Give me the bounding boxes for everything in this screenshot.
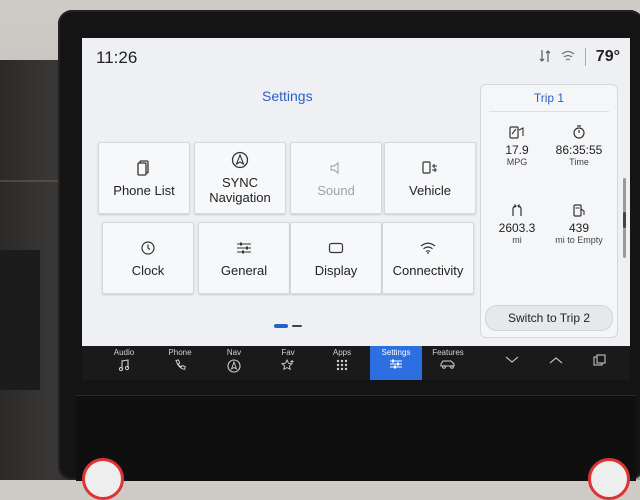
status-icons: 79° [539,48,620,66]
phone-list-icon [135,159,153,177]
no-smoking-icon [588,458,630,500]
tile-connectivity[interactable]: Connectivity [382,222,474,294]
music-note-icon [98,359,150,371]
nav-phone[interactable]: Phone [154,346,206,380]
metric-unit: mi to Empty [555,235,603,245]
metric-unit: MPG [506,157,528,167]
layers-icon [574,354,626,366]
route-icon [485,203,549,219]
nav-switch-view[interactable] [574,346,626,380]
car-icon [422,359,474,369]
compass-icon [208,359,260,373]
nav-fav[interactable]: Fav [262,346,314,380]
trip-title: Trip 1 [533,91,565,105]
metric-distance: 2603.3 mi [485,203,549,245]
nav-settings[interactable]: Settings [370,346,422,380]
tile-sound[interactable]: Sound [290,142,382,214]
sliders-icon [235,239,253,257]
tile-label: Clock [131,262,165,278]
nav-label: Phone [168,348,192,357]
sliders-icon [370,359,422,369]
page-dot-active [274,324,288,328]
scrollbar-thumb[interactable] [623,212,626,228]
wifi-icon [419,239,437,257]
phone-icon [154,359,206,371]
fuel-economy-icon [485,125,549,141]
metric-range: 439 mi to Empty [547,203,611,245]
nav-label: Audio [113,348,135,357]
switch-trip-button[interactable]: Switch to Trip 2 [485,305,613,331]
clock-icon [139,239,157,257]
nav-label: Settings [381,348,411,357]
page-dot [292,325,302,327]
page-title: Settings [262,88,313,104]
seam-stitch [0,180,60,182]
speaker-icon [327,159,345,177]
wifi-status-icon [561,50,575,65]
data-transfer-icon [539,49,551,66]
fuel-pump-icon [547,203,611,219]
star-plus-icon [262,359,314,371]
nav-label: Fav [281,348,295,357]
infotainment-screen: 11:26 79° Settings Phone List SYNC Navig… [82,38,630,346]
tile-sync-navigation[interactable]: SYNC Navigation [194,142,286,214]
metric-value: 2603.3 [498,221,536,235]
tile-vehicle[interactable]: Vehicle [384,142,476,214]
tile-label: SYNC Navigation [209,175,271,205]
nav-features[interactable]: Features [422,346,474,380]
apps-grid-icon [316,359,368,371]
navigation-icon [231,151,249,169]
vehicle-icon [421,159,439,177]
metric-unit: Time [569,157,589,167]
tile-general[interactable]: General [198,222,290,294]
nav-apps[interactable]: Apps [316,346,368,380]
tile-label: Phone List [113,182,175,198]
metric-value: 439 [568,221,590,235]
nav-nav[interactable]: Nav [208,346,260,380]
bottom-navigation: Audio Phone Nav Fav Apps Settings Featur… [82,346,630,380]
outside-temperature: 79° [595,48,620,65]
page-indicator[interactable] [274,324,302,328]
nav-label: Nav [226,348,242,357]
tile-label: Connectivity [392,262,464,278]
no-smoking-icon [82,458,124,500]
trip-divider [489,111,609,112]
trip-panel: Trip 1 17.9 MPG 86:35:55 Time 2603.3 mi [480,84,618,338]
tile-label: Vehicle [409,182,451,198]
tile-phone-list[interactable]: Phone List [98,142,190,214]
nav-label: Features [432,348,464,357]
tile-label: Sound [317,182,355,198]
metric-value: 17.9 [505,143,529,157]
nav-audio[interactable]: Audio [98,346,150,380]
metric-mpg: 17.9 MPG [485,125,549,167]
tile-label: General [220,262,268,278]
status-divider [584,48,586,66]
display-icon [327,239,345,257]
tile-clock[interactable]: Clock [102,222,194,294]
tile-display[interactable]: Display [290,222,382,294]
metric-unit: mi [512,235,522,245]
metric-time: 86:35:55 Time [547,125,611,167]
tile-label: Display [314,262,358,278]
air-vent [0,250,42,390]
metric-value: 86:35:55 [555,143,603,157]
nav-label: Apps [332,348,352,357]
hardware-controls-panel [76,395,636,481]
status-bar: 11:26 79° [82,38,630,74]
status-time: 11:26 [96,48,138,67]
stopwatch-icon [547,125,611,141]
